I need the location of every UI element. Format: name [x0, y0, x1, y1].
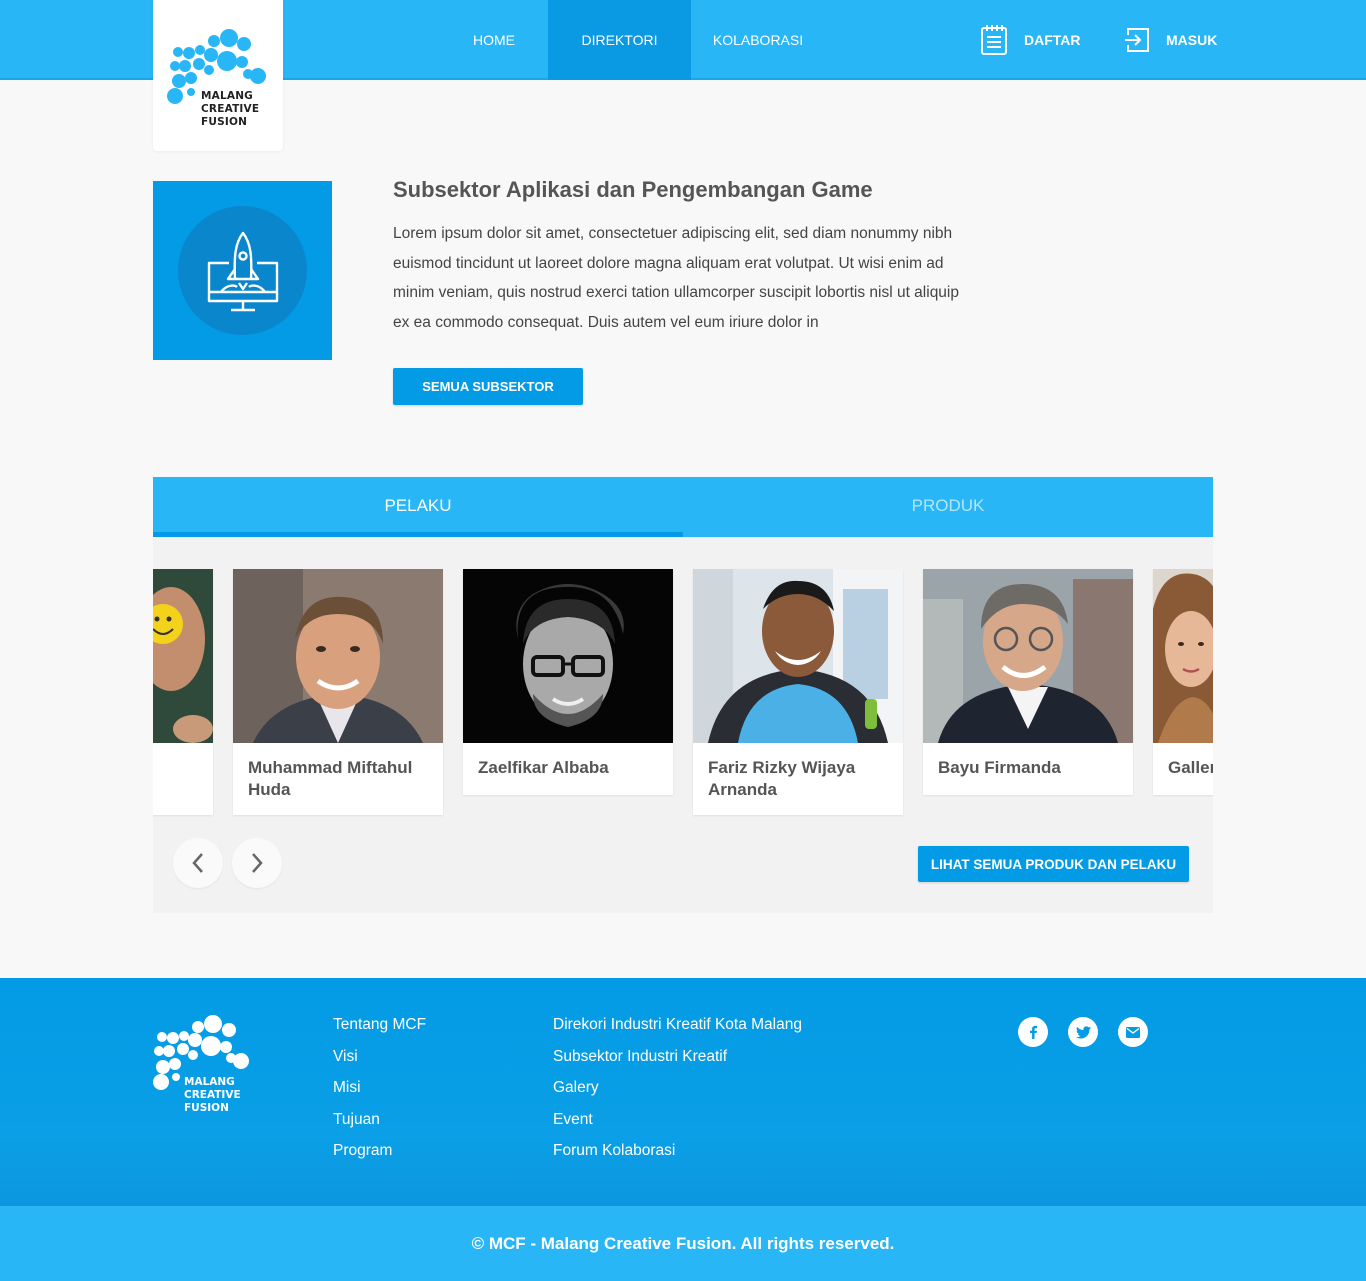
footer-link[interactable]: Galery: [553, 1079, 802, 1111]
nav-home[interactable]: HOME: [440, 0, 548, 80]
facebook-icon: [1030, 1025, 1037, 1039]
footer-link[interactable]: Visi: [333, 1048, 426, 1080]
carousel-prev-button[interactable]: [173, 838, 223, 888]
footer-link[interactable]: Direkori Industri Kreatif Kota Malang: [553, 1016, 802, 1048]
pelaku-photo: [693, 569, 903, 743]
nav-kolaborasi[interactable]: KOLABORASI: [691, 0, 825, 80]
subsektor-title: Subsektor Aplikasi dan Pengembangan Game: [393, 177, 873, 202]
directory-tabs: PELAKU PRODUK: [153, 477, 1213, 537]
pelaku-photo: [923, 569, 1133, 743]
footer-link[interactable]: Forum Kolaborasi: [553, 1142, 802, 1174]
twitter-icon: [1075, 1025, 1091, 1038]
pelaku-name: Muhammad Miftahul Huda: [248, 758, 413, 799]
email-icon: [1126, 1026, 1140, 1038]
logo-wordmark: MALANG CREATIVE FUSION: [201, 90, 260, 128]
email-button[interactable]: [1118, 1017, 1148, 1047]
footer-links-directory: Direkori Industri Kreatif Kota Malang Su…: [553, 1016, 802, 1174]
site-footer: MALANG CREATIVE FUSION Tentang MCF Visi …: [0, 978, 1366, 1206]
pelaku-name: Galler: [1168, 758, 1213, 777]
calendar-list-icon: [981, 25, 1007, 55]
login-icon: [1125, 28, 1149, 52]
chevron-right-icon: [252, 853, 263, 873]
lihat-semua-button[interactable]: LIHAT SEMUA PRODUK DAN PELAKU: [918, 846, 1189, 882]
footer-link[interactable]: Misi: [333, 1079, 426, 1111]
nav-direktori[interactable]: DIREKTORI: [548, 0, 691, 80]
tab-produk[interactable]: PRODUK: [683, 477, 1213, 537]
subsektor-description: Lorem ipsum dolor sit amet, consectetuer…: [393, 225, 959, 331]
pelaku-carousel: Muhammad Miftahul Huda Zaelfikar Albaba: [153, 537, 1213, 913]
pelaku-card[interactable]: [153, 569, 213, 815]
pelaku-name: Bayu Firmanda: [938, 758, 1061, 777]
subsektor-icon-tile: [153, 181, 332, 360]
main-nav: HOME DIREKTORI KOLABORASI: [440, 0, 825, 80]
chevron-left-icon: [192, 853, 203, 873]
semua-subsektor-button[interactable]: SEMUA SUBSEKTOR: [393, 368, 583, 405]
footer-logo-wordmark: MALANG CREATIVE FUSION: [184, 1076, 241, 1114]
pelaku-photo: [463, 569, 673, 743]
masuk-link[interactable]: MASUK: [1124, 24, 1217, 56]
daftar-link[interactable]: DAFTAR: [980, 24, 1081, 56]
daftar-label: DAFTAR: [1024, 32, 1081, 48]
rocket-monitor-icon: [207, 231, 279, 312]
footer-link[interactable]: Program: [333, 1142, 426, 1174]
footer-link[interactable]: Event: [553, 1111, 802, 1143]
site-logo[interactable]: MALANG CREATIVE FUSION: [153, 0, 283, 151]
pelaku-card[interactable]: Galler: [1153, 569, 1213, 795]
masuk-label: MASUK: [1166, 32, 1218, 48]
pelaku-photo: [153, 569, 213, 743]
pelaku-card[interactable]: Bayu Firmanda: [923, 569, 1133, 795]
facebook-button[interactable]: [1018, 1017, 1048, 1047]
pelaku-photo: [1153, 569, 1213, 743]
pelaku-card[interactable]: Fariz Rizky Wijaya Arnanda: [693, 569, 903, 815]
footer-link[interactable]: Tentang MCF: [333, 1016, 426, 1048]
footer-link[interactable]: Tujuan: [333, 1111, 426, 1143]
pelaku-name: [153, 743, 213, 771]
pelaku-photo: [233, 569, 443, 743]
copyright-bar: © MCF - Malang Creative Fusion. All righ…: [0, 1206, 1366, 1281]
pelaku-name: Zaelfikar Albaba: [478, 758, 609, 777]
footer-link[interactable]: Subsektor Industri Kreatif: [553, 1048, 802, 1080]
footer-links-about: Tentang MCF Visi Misi Tujuan Program: [333, 1016, 426, 1174]
tab-pelaku[interactable]: PELAKU: [153, 477, 683, 537]
pelaku-card[interactable]: Muhammad Miftahul Huda: [233, 569, 443, 815]
pelaku-name: Fariz Rizky Wijaya Arnanda: [708, 758, 856, 799]
copyright-text: © MCF - Malang Creative Fusion. All righ…: [471, 1234, 895, 1253]
twitter-button[interactable]: [1068, 1017, 1098, 1047]
carousel-next-button[interactable]: [232, 838, 282, 888]
pelaku-card[interactable]: Zaelfikar Albaba: [463, 569, 673, 795]
